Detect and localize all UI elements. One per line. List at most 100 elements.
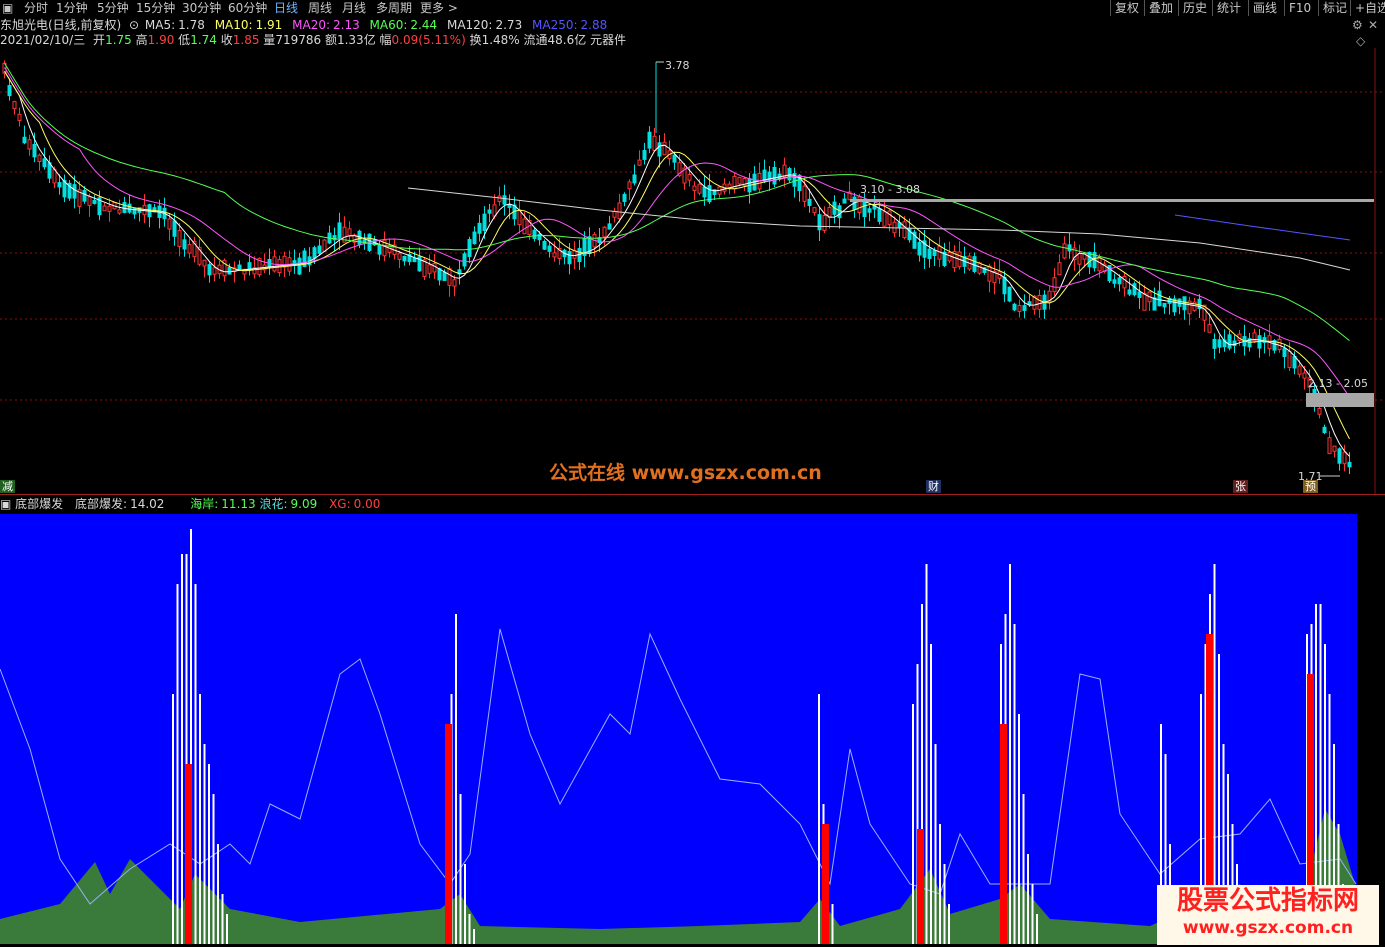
indicator-header: ▣ 底部爆发 底部爆发: 14.02 海岸: 11.13 浪花: 9.09 XG: 0.…: [0, 497, 380, 511]
candle-body: [42, 158, 47, 168]
candle-body: [1142, 292, 1147, 311]
candle-body: [1212, 338, 1217, 349]
candle-body: [297, 257, 302, 275]
candle-body: [22, 136, 27, 144]
candle-body: [947, 251, 952, 262]
indicator-bar: [930, 644, 932, 944]
high-value: 1.90: [147, 33, 175, 47]
candle-body: [487, 209, 492, 214]
mark-button[interactable]: 标记: [1318, 0, 1347, 16]
candle-body: [1332, 445, 1337, 452]
ma-line: [4, 67, 1350, 398]
candle-body: [807, 198, 812, 207]
indicator-bar: [194, 584, 197, 944]
stats-button[interactable]: 统计: [1212, 0, 1241, 16]
candle-body: [977, 262, 982, 274]
overlay-button[interactable]: 叠加: [1144, 0, 1173, 16]
amount-label: 额: [324, 33, 337, 47]
candle-body: [322, 239, 327, 252]
candle-body: [472, 231, 477, 245]
candle-body: [737, 176, 742, 185]
candle-body: [802, 185, 807, 202]
indicator-chart[interactable]: [0, 514, 1385, 947]
indicator-bar: [459, 794, 462, 944]
candle-body: [1217, 339, 1222, 348]
candle-body: [427, 264, 432, 274]
candle-body: [1277, 338, 1282, 351]
badge-forecast[interactable]: 预: [1303, 480, 1318, 493]
kline-chart[interactable]: [0, 48, 1385, 496]
candle-body: [247, 262, 252, 271]
ma60-label: MA60:: [369, 18, 408, 32]
indicator-bar: [221, 894, 224, 944]
candle-body: [182, 239, 187, 250]
f10-button[interactable]: F10: [1284, 0, 1311, 16]
expand-icon[interactable]: ◇: [1356, 34, 1365, 48]
tab-30min[interactable]: 30分钟: [182, 0, 221, 16]
tab-1min[interactable]: 1分钟: [56, 0, 88, 16]
badge-rise[interactable]: 张: [1233, 480, 1248, 493]
tab-monthly[interactable]: 月线: [342, 0, 366, 16]
candle-body: [817, 214, 822, 231]
candle-body: [1122, 275, 1127, 289]
candle-body: [57, 182, 62, 188]
indicator-bar: [939, 824, 941, 944]
indicator-bar: [934, 744, 937, 944]
signal-bar: [1000, 724, 1007, 944]
candle-body: [927, 248, 932, 260]
candle-body: [497, 195, 502, 203]
xg-value: 0.00: [353, 497, 381, 511]
candle-body: [1207, 324, 1212, 333]
change-value: 0.09(5.11%): [391, 33, 466, 47]
ma250-value: 2.88: [580, 18, 608, 32]
candle-body: [1097, 256, 1102, 272]
open-value: 1.75: [105, 33, 132, 47]
ma10-label: MA10:: [214, 18, 253, 32]
ma20-label: MA20:: [292, 18, 330, 32]
grid-icon[interactable]: ▣: [0, 497, 11, 511]
add-watchlist-button[interactable]: +自选: [1350, 0, 1385, 16]
indicator-label: 底部爆发:: [75, 497, 128, 511]
candle-body: [522, 218, 527, 235]
draw-button[interactable]: 画线: [1248, 0, 1277, 16]
close-icon[interactable]: ✕: [1368, 18, 1378, 32]
fuquan-button[interactable]: 复权: [1110, 0, 1139, 16]
settings-icon[interactable]: ⚙: [1352, 18, 1363, 32]
indicator-name[interactable]: 底部爆发: [15, 497, 63, 511]
tab-60min[interactable]: 60分钟: [228, 0, 267, 16]
candle-body: [602, 226, 607, 238]
candle-body: [37, 154, 42, 162]
candle-body: [617, 202, 622, 220]
tab-weekly[interactable]: 周线: [308, 0, 332, 16]
indicator-bar: [912, 704, 914, 944]
candle-body: [12, 101, 17, 110]
indicator-bar: [212, 794, 215, 944]
candle-body: [482, 213, 487, 231]
candle-body: [647, 131, 652, 149]
volume-label: 量: [263, 33, 276, 47]
tab-15min[interactable]: 15分钟: [136, 0, 175, 16]
badge-reduce[interactable]: 减: [0, 480, 15, 493]
candle-body: [632, 174, 637, 184]
stock-name: 东旭光电(日线,前复权): [0, 18, 122, 32]
candle-body: [842, 198, 847, 204]
tab-fenshi[interactable]: 分时: [24, 0, 48, 16]
ma250-line: [1174, 214, 1351, 241]
ma120-value: 2.73: [495, 18, 523, 32]
tab-more[interactable]: 更多 >: [420, 0, 458, 16]
badge-finance[interactable]: 财: [926, 480, 941, 493]
change-label: 幅: [379, 33, 392, 47]
candle-body: [377, 244, 382, 255]
candle-body: [837, 205, 842, 219]
signal-bar: [917, 829, 924, 944]
low-label: 低: [178, 33, 191, 47]
menu-icon[interactable]: ▣: [2, 0, 16, 16]
close-label: 收: [220, 33, 233, 47]
tab-daily[interactable]: 日线: [274, 0, 298, 16]
tab-multi-period[interactable]: 多周期: [376, 0, 412, 16]
candle-body: [1077, 253, 1082, 265]
history-button[interactable]: 历史: [1178, 0, 1207, 16]
dropdown-icon[interactable]: ⊙: [129, 18, 139, 32]
tab-5min[interactable]: 5分钟: [97, 0, 129, 16]
candle-body: [227, 267, 232, 275]
